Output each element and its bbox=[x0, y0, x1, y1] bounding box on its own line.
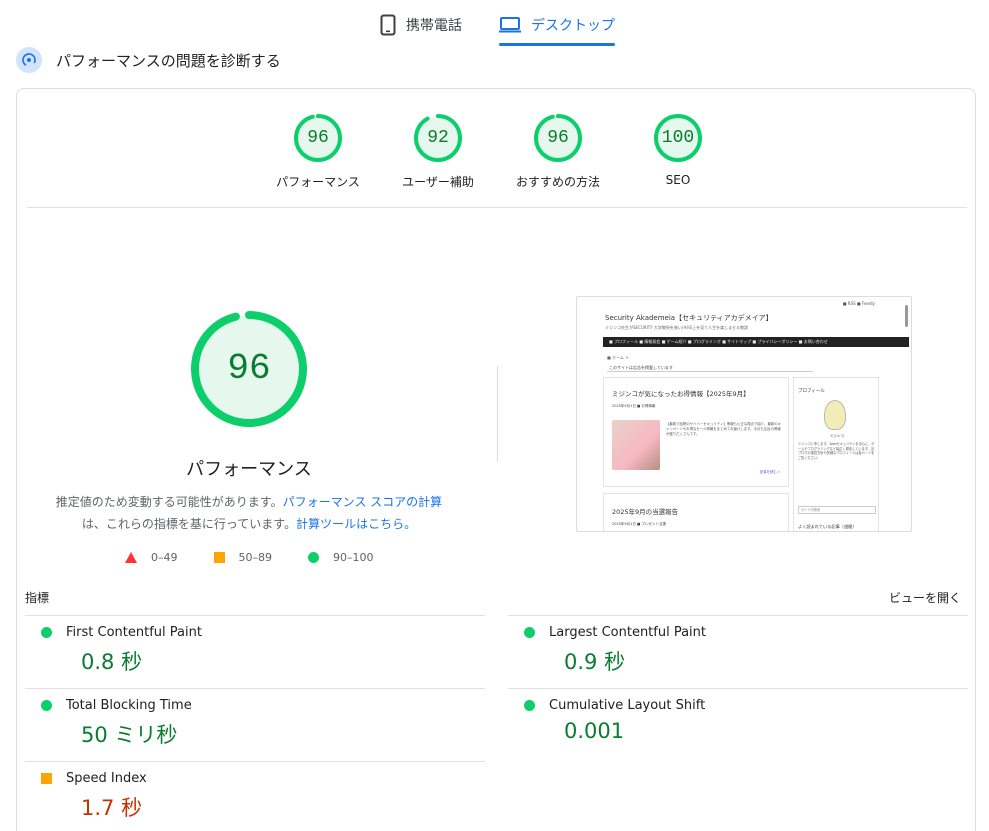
score-legend: 0–49 50–89 90–100 bbox=[125, 551, 410, 564]
gauge-score: 92 bbox=[427, 128, 449, 148]
screenshot-post-more: 記事を読む » bbox=[759, 470, 780, 474]
tab-desktop-label: デスクトップ bbox=[531, 18, 615, 34]
metric-value: 50 ミリ秒 bbox=[81, 723, 178, 747]
score-calc-link[interactable]: パフォーマンス スコアの計算 bbox=[283, 495, 443, 509]
active-tab-indicator bbox=[499, 43, 615, 46]
tab-mobile-label: 携帯電話 bbox=[406, 18, 462, 34]
gauge-2[interactable]: 96 おすすめの方法 bbox=[513, 113, 603, 190]
metric-divider bbox=[508, 615, 968, 616]
screenshot-site-title: Security Akademeia【セキュリティアカデメイア】 bbox=[605, 314, 773, 322]
screenshot-post: ミジンコが気になったお得情報【2025年9月】 2025年9月1日 ■ お得情報… bbox=[603, 377, 789, 487]
gauge-label: おすすめの方法 bbox=[515, 175, 600, 189]
gauge-score: 96 bbox=[307, 128, 329, 148]
metric-name: Total Blocking Time bbox=[66, 698, 192, 713]
gauge-ring: 100 bbox=[653, 113, 703, 163]
metric-name: First Contentful Paint bbox=[66, 625, 202, 640]
gauge-ring: 96 bbox=[533, 113, 583, 163]
expand-view-button[interactable]: ビューを開く bbox=[889, 589, 961, 606]
screenshot-top-links: ■ RSS ■ Feedly bbox=[842, 301, 875, 306]
mascot-icon bbox=[824, 400, 846, 430]
pass-circle-icon bbox=[41, 700, 52, 711]
average-square-icon bbox=[41, 773, 52, 784]
legend-pass-label: 90–100 bbox=[333, 551, 374, 564]
average-square-icon bbox=[213, 552, 225, 563]
gauge-score: 100 bbox=[661, 128, 695, 148]
metric-item: Cumulative Layout Shift 0.001 bbox=[524, 698, 964, 743]
screenshot-sidebar-heading: よく読まれている記事（週間） bbox=[798, 524, 857, 529]
metric-item: Total Blocking Time 50 ミリ秒 bbox=[41, 698, 481, 749]
metric-name: Cumulative Layout Shift bbox=[549, 698, 706, 713]
metric-value: 1.7 秒 bbox=[81, 796, 143, 820]
gauge-label: パフォーマンス bbox=[276, 175, 360, 189]
performance-description: 推定値のため変動する可能性があります。パフォーマンス スコアの計算は、これらの指… bbox=[49, 491, 449, 535]
metric-item: Speed Index 1.7 秒 bbox=[41, 771, 481, 822]
screenshot-post-meta: 2025年9月1日 ■ お得情報 bbox=[612, 404, 656, 408]
metric-name: Largest Contentful Paint bbox=[549, 625, 707, 640]
legend-average: 50–89 bbox=[213, 551, 273, 564]
gauge-score: 96 bbox=[547, 128, 569, 148]
divider bbox=[27, 207, 967, 208]
laptop-icon bbox=[499, 16, 521, 34]
speedometer-icon bbox=[16, 47, 42, 73]
fail-triangle-icon bbox=[125, 552, 137, 563]
metric-divider bbox=[25, 615, 485, 616]
diagnose-title: パフォーマンスの問題を診断する bbox=[56, 51, 281, 70]
pass-circle-icon bbox=[524, 627, 535, 638]
screenshot-post-image bbox=[612, 420, 660, 470]
metric-divider bbox=[25, 688, 485, 689]
tab-desktop[interactable]: デスクトップ bbox=[499, 8, 615, 46]
metric-value: 0.8 秒 bbox=[81, 650, 143, 674]
screenshot-search: サイト内検索 bbox=[798, 506, 876, 514]
screenshot-site-subtitle: ミジンコ先生がSECURITY 大学教授を装い(※)IS上を見て人生を楽しませる… bbox=[605, 325, 748, 330]
page-screenshot: ■ RSS ■ Feedly Security Akademeia【セキュリティ… bbox=[576, 296, 912, 532]
metrics-heading: 指標 bbox=[25, 591, 50, 605]
performance-main-label: パフォーマンス bbox=[186, 459, 312, 480]
device-tabs: 携帯電話 デスクトップ bbox=[0, 0, 989, 46]
gauge-1[interactable]: 92 ユーザー補助 bbox=[393, 113, 483, 190]
screenshot-nav: ■ プロフィール ■ 情報発信 ■ ゲーム紹介 ■ プログラミング ■ サイトマ… bbox=[603, 337, 909, 347]
legend-pass: 90–100 bbox=[308, 551, 374, 564]
gauge-3[interactable]: 100 SEO bbox=[633, 113, 723, 187]
screenshot-profile-name: ミジンコ bbox=[830, 434, 844, 438]
legend-fail-label: 0–49 bbox=[151, 551, 178, 564]
metric-name: Speed Index bbox=[66, 771, 147, 786]
pass-circle-icon bbox=[308, 552, 319, 563]
gauge-ring: 96 bbox=[293, 113, 343, 163]
tab-mobile[interactable]: 携帯電話 bbox=[380, 8, 462, 42]
screenshot-post-meta: 2025年9月1日 ■ プレゼント当選 bbox=[612, 522, 666, 526]
metric-value: 0.9 秒 bbox=[564, 650, 626, 674]
gauge-0[interactable]: 96 パフォーマンス bbox=[273, 113, 363, 190]
screenshot-sidebar: プロフィール ミジンコ ミジンコと申します。Webセキュリティを中心に、ゲームや… bbox=[793, 377, 879, 531]
metric-item: Largest Contentful Paint 0.9 秒 bbox=[524, 625, 964, 676]
screenshot-post-text: 【最新で話題のサイバーセキュリティ】情報も公正な視点で紹介。最新のキャンペーンや… bbox=[666, 422, 782, 436]
pass-circle-icon bbox=[524, 700, 535, 711]
metric-divider bbox=[25, 761, 485, 762]
performance-main-gauge: 96 bbox=[189, 309, 309, 429]
smartphone-icon bbox=[380, 14, 396, 36]
screenshot-profile-text: ミジンコと申します。Webセキュリティを中心に、ゲームやプログラミングなど幅広く… bbox=[798, 442, 875, 460]
screenshot-post: 2025年9月の当選報告 2025年9月1日 ■ プレゼント当選 bbox=[603, 493, 789, 531]
report-card: 96 パフォーマンス 92 ユーザー補助 96 おすすめの方法 100 SEO 96 パフォー… bbox=[16, 88, 976, 831]
performance-main-score: 96 bbox=[227, 348, 271, 389]
metric-divider bbox=[508, 688, 968, 689]
gauge-label: SEO bbox=[665, 173, 691, 187]
screenshot-scrollbar bbox=[905, 305, 908, 327]
metric-value: 0.001 bbox=[564, 719, 625, 743]
screenshot-sidebar-title: プロフィール bbox=[798, 389, 825, 394]
metric-item: First Contentful Paint 0.8 秒 bbox=[41, 625, 481, 676]
legend-average-label: 50–89 bbox=[238, 551, 273, 564]
desc-mid: は、これらの指標を基に行っています。 bbox=[81, 517, 297, 531]
gauge-label: ユーザー補助 bbox=[402, 175, 474, 189]
gauge-ring: 92 bbox=[413, 113, 463, 163]
screenshot-breadcrumb: ■ ホーム > bbox=[607, 355, 629, 360]
screenshot-post-title: 2025年9月の当選報告 bbox=[612, 508, 679, 516]
pass-circle-icon bbox=[41, 627, 52, 638]
desc-prefix: 推定値のため変動する可能性があります。 bbox=[55, 495, 283, 509]
screenshot-select: このサイトは広告を掲載しています bbox=[607, 363, 813, 372]
legend-fail: 0–49 bbox=[125, 551, 178, 564]
calculator-link[interactable]: 計算ツールはこちら。 bbox=[296, 517, 416, 531]
screenshot-post-title: ミジンコが気になったお得情報【2025年9月】 bbox=[612, 390, 750, 398]
diagnose-heading: パフォーマンスの問題を診断する bbox=[16, 46, 281, 74]
vertical-divider bbox=[497, 366, 498, 462]
